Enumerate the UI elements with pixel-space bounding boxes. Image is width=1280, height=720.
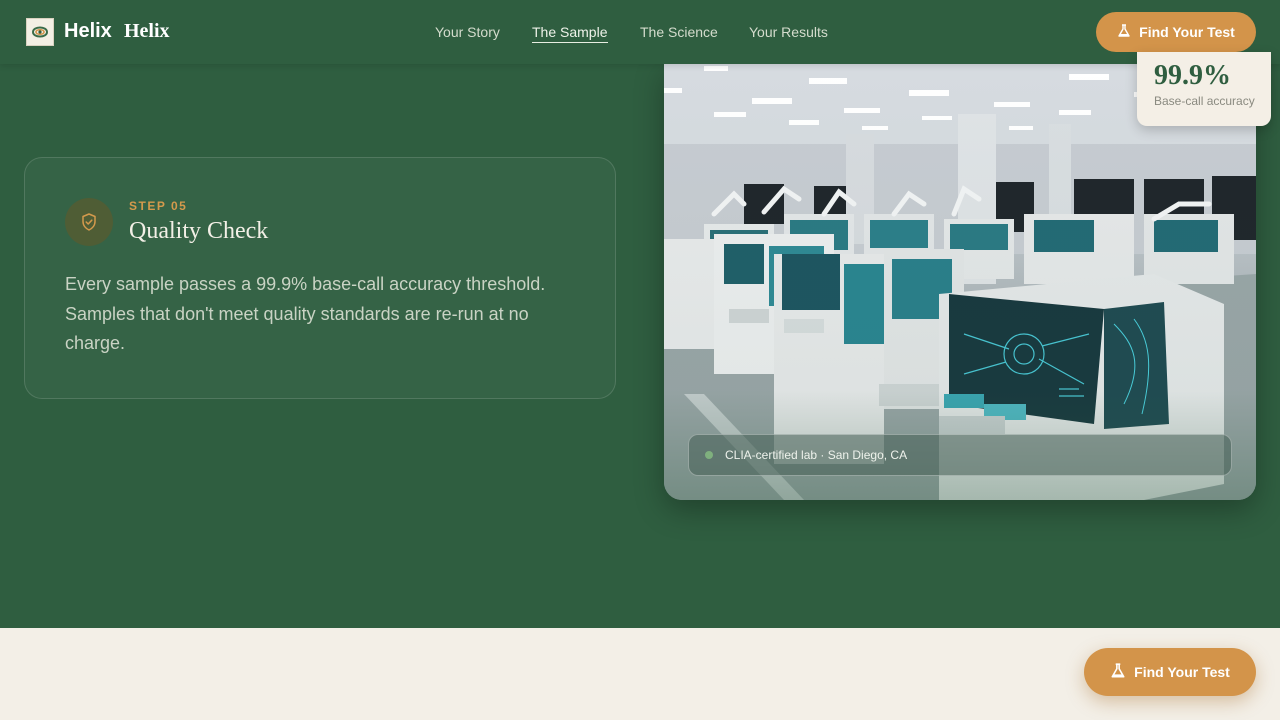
main-nav: Your Story The Sample The Science Your R…: [0, 24, 1280, 48]
stat-value: 99.9%: [1154, 60, 1231, 91]
nav-the-sample[interactable]: The Sample: [532, 24, 607, 40]
site-header: Helix Helix Your Story The Sample The Sc…: [0, 0, 1280, 64]
shield-check-icon: [65, 198, 113, 246]
nav-the-science[interactable]: The Science: [640, 24, 718, 40]
step-title: Quality Check: [129, 218, 269, 244]
flask-icon: [1117, 23, 1131, 41]
floating-find-your-test-button[interactable]: Find Your Test: [1084, 648, 1256, 696]
image-caption: CLIA-certified lab · San Diego, CA: [688, 434, 1232, 476]
find-your-test-button[interactable]: Find Your Test: [1096, 12, 1256, 52]
flask-icon: [1110, 662, 1126, 682]
status-dot-icon: [705, 451, 713, 459]
stat-badge: 99.9% Base-call accuracy: [1137, 52, 1271, 126]
active-nav-underline: [532, 42, 608, 43]
step-card: STEP 05 Quality Check Every sample passe…: [24, 157, 616, 399]
nav-your-story[interactable]: Your Story: [435, 24, 500, 40]
caption-text: CLIA-certified lab · San Diego, CA: [725, 448, 908, 462]
step-description: Every sample passes a 99.9% base-call ac…: [65, 274, 546, 353]
nav-your-results[interactable]: Your Results: [749, 24, 828, 40]
find-your-test-label: Find Your Test: [1139, 24, 1235, 40]
step-number: STEP 05: [129, 199, 188, 213]
stat-label: Base-call accuracy: [1154, 94, 1255, 108]
floating-cta-label: Find Your Test: [1134, 664, 1230, 680]
